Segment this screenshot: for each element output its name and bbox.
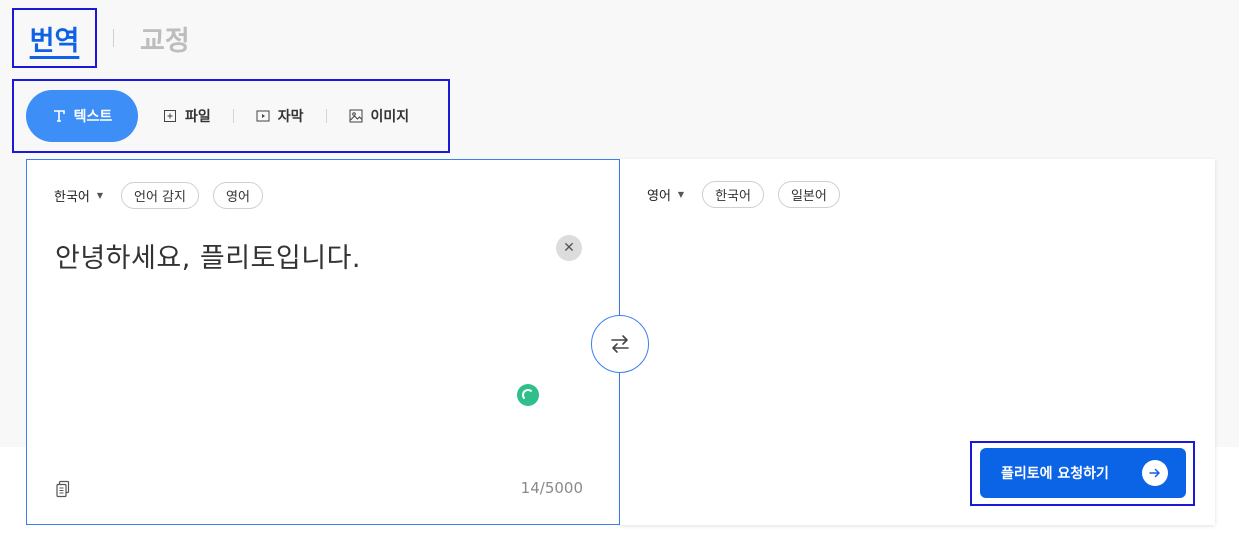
image-icon xyxy=(349,109,363,123)
tab-image[interactable]: 이미지 xyxy=(349,106,410,126)
tab-file-label: 파일 xyxy=(185,109,211,125)
source-panel: 한국어 ▼ 언어 감지 영어 안녕하세요, 플리토입니다. ✕ 14/5000 xyxy=(26,159,620,525)
source-language-select[interactable]: 한국어 ▼ xyxy=(54,186,103,205)
request-button-wrapper: 플리토에 요청하기 xyxy=(970,441,1195,506)
file-add-icon xyxy=(163,109,177,123)
tab-translate[interactable]: 번역 xyxy=(12,8,97,68)
chevron-down-icon: ▼ xyxy=(96,191,104,200)
source-language-row: 한국어 ▼ 언어 감지 영어 xyxy=(54,182,277,209)
arrow-right-icon xyxy=(1142,460,1168,486)
close-icon: ✕ xyxy=(563,240,575,256)
tab-subtitle-label: 자막 xyxy=(277,109,304,125)
text-icon xyxy=(52,109,66,123)
request-button-label: 플리토에 요청하기 xyxy=(1001,466,1109,482)
swap-languages-button[interactable] xyxy=(591,315,649,373)
swap-icon xyxy=(611,335,629,353)
video-play-icon xyxy=(256,109,270,123)
clear-text-button[interactable]: ✕ xyxy=(556,235,582,261)
sub-tab-divider xyxy=(232,109,234,123)
source-text-input[interactable]: 안녕하세요, 플리토입니다. xyxy=(55,236,361,275)
tab-text-label: 텍스트 xyxy=(73,109,113,125)
tab-subtitle[interactable]: 자막 xyxy=(256,106,304,126)
source-language-label: 한국어 xyxy=(54,190,90,205)
chip-korean[interactable]: 한국어 xyxy=(702,181,764,208)
input-type-tabs: 텍스트 파일 자막 이미지 xyxy=(12,79,450,153)
target-language-select[interactable]: 영어 ▼ xyxy=(647,185,684,204)
tab-file[interactable]: 파일 xyxy=(163,106,211,126)
character-count: 14/5000 xyxy=(520,479,583,497)
chip-japanese[interactable]: 일본어 xyxy=(777,181,840,208)
tab-text[interactable]: 텍스트 xyxy=(26,90,138,142)
target-language-row: 영어 ▼ 한국어 일본어 xyxy=(647,181,854,208)
loading-spinner-icon xyxy=(517,384,539,406)
main-tabs: 번역 교정 xyxy=(12,8,190,68)
tab-proofread[interactable]: 교정 xyxy=(140,19,190,58)
copy-icon[interactable] xyxy=(55,480,71,498)
tab-divider xyxy=(113,29,114,47)
chevron-down-icon: ▼ xyxy=(677,190,685,199)
tab-image-label: 이미지 xyxy=(370,109,410,125)
sub-tab-divider xyxy=(325,109,327,123)
chip-english[interactable]: 영어 xyxy=(213,182,263,209)
chip-detect-language[interactable]: 언어 감지 xyxy=(121,182,200,209)
target-language-label: 영어 xyxy=(647,189,671,204)
request-flitto-button[interactable]: 플리토에 요청하기 xyxy=(980,448,1186,498)
